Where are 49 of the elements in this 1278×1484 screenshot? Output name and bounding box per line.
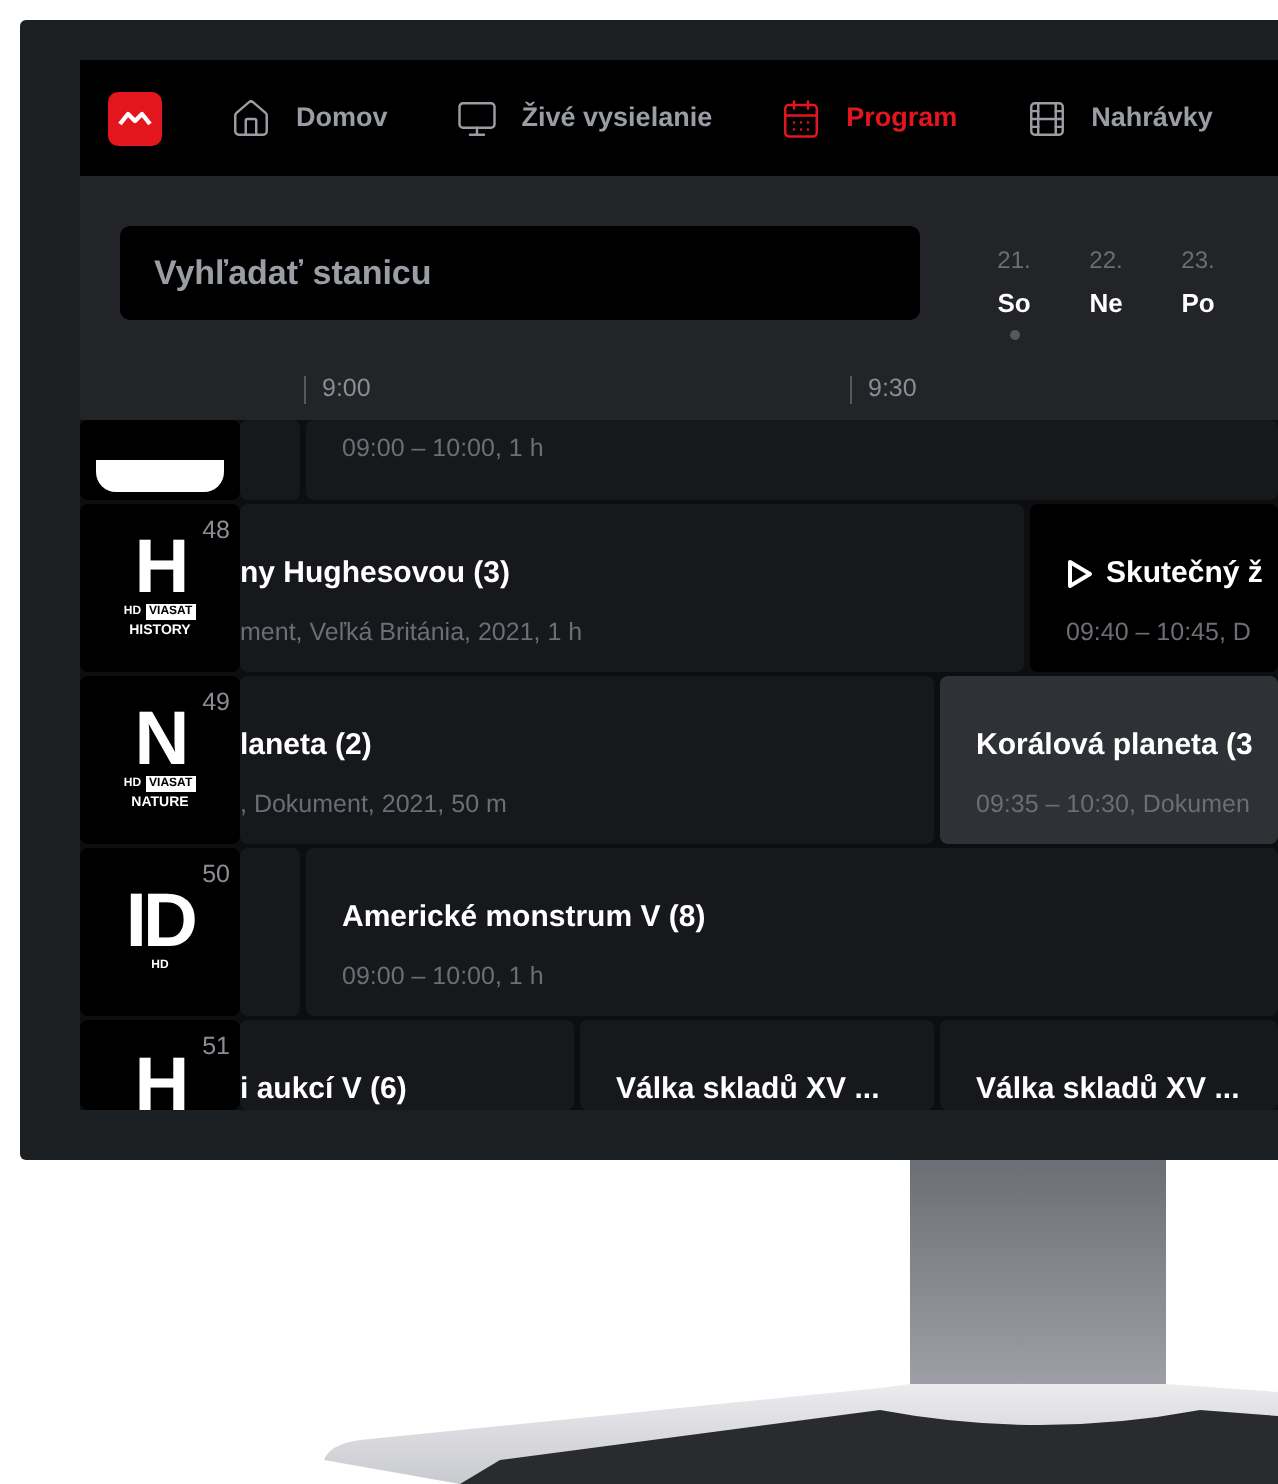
channel-logo-mark: N — [134, 708, 186, 772]
monitor-icon — [455, 97, 498, 139]
time-label: 9:30 — [868, 372, 917, 407]
channel-logo-mark: ID — [125, 890, 195, 954]
day-tab[interactable]: 21. So — [988, 242, 1040, 339]
program-title: ny Hughesovou (3) — [240, 554, 511, 594]
program-info: 09:35 – 10:30, Dokumen — [976, 787, 1252, 821]
channel-number: 48 — [202, 514, 230, 548]
program-info: ment, Veľká Británia, 2021, 1 h — [240, 615, 585, 649]
day-tab[interactable]: 23. Po — [1172, 242, 1224, 339]
program-card[interactable]: Válka skladů XV ... — [940, 1020, 1278, 1110]
program-card[interactable]: i aukcí V (6) — [240, 1020, 574, 1110]
channel-number: 50 — [202, 858, 230, 892]
app-logo-icon — [108, 91, 162, 145]
channel-number: 51 — [202, 1030, 230, 1064]
program-card[interactable]: Skutečný ž 09:40 – 10:45, D — [1030, 504, 1278, 672]
program-card[interactable]: ny Hughesovou (3) ment, Veľká Británia, 2021, 1 h — [240, 504, 1024, 672]
nav-tab[interactable]: Nahrávky — [1025, 97, 1213, 139]
program-title: laneta (2) — [240, 726, 372, 766]
program-title: Skutečný ž — [1106, 554, 1263, 594]
nav-tab[interactable]: Živé vysielanie — [455, 97, 713, 139]
search-field[interactable]: Vyhľadať stanicu — [120, 226, 920, 320]
play-icon — [1066, 558, 1094, 591]
program-card[interactable]: Americké monstrum V (8) 09:00 – 10:00, 1 h — [306, 848, 1278, 1016]
program-card[interactable]: Korálová planeta (3 09:35 – 10:30, Dokumen — [940, 676, 1278, 844]
program-title: Americké monstrum V (8) — [342, 898, 706, 938]
program-card[interactable] — [240, 848, 300, 1016]
channel-logo-mark: H — [134, 1053, 186, 1110]
day-tab[interactable]: 22. Ne — [1080, 242, 1132, 339]
program-card[interactable] — [240, 420, 300, 500]
program-title: Korálová planeta (3 — [976, 726, 1253, 766]
film-strip-icon — [1025, 97, 1068, 139]
program-info: , Dokument, 2021, 50 m — [240, 787, 509, 821]
program-title: Válka skladů XV ... — [616, 1070, 880, 1110]
time-label: 9:00 — [322, 372, 371, 407]
home-icon — [230, 97, 272, 139]
channel-number: 49 — [202, 686, 230, 720]
channel-logo-mark: H — [134, 536, 186, 600]
nav-tab[interactable]: Program — [780, 97, 958, 139]
program-card[interactable]: Válka skladů XV ... — [580, 1020, 934, 1110]
program-title: Válka skladů XV ... — [976, 1070, 1240, 1110]
calendar-icon — [780, 97, 823, 139]
nav-tab[interactable]: Domov — [230, 97, 388, 139]
program-info: 09:00 – 10:00, 1 h — [342, 959, 546, 993]
program-info: 09:00 – 10:00, 1 h — [342, 432, 546, 467]
program-card[interactable]: laneta (2) , Dokument, 2021, 50 m — [240, 676, 934, 844]
program-title: i aukcí V (6) — [240, 1070, 407, 1110]
program-info: 09:40 – 10:45, D — [1066, 615, 1253, 649]
channel-logo-icon — [96, 460, 224, 492]
